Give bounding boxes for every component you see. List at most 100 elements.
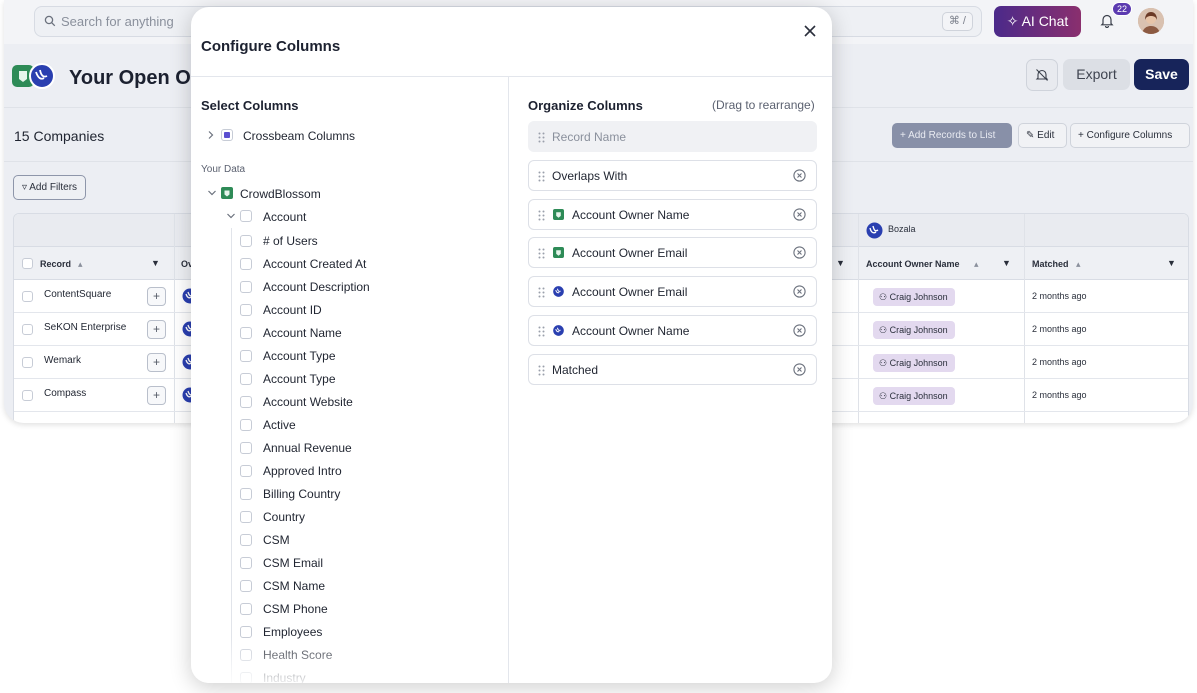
column-header-record[interactable]: Record (40, 259, 71, 269)
remove-column-icon[interactable] (793, 363, 806, 376)
chevron-down-icon[interactable] (207, 189, 217, 197)
field-label: Account Type (263, 349, 336, 363)
field-checkbox[interactable] (240, 373, 252, 385)
mute-button[interactable] (1026, 59, 1058, 91)
drag-handle-icon[interactable] (538, 132, 545, 143)
close-button[interactable] (800, 21, 820, 41)
add-row-button[interactable]: + (147, 287, 166, 306)
crowdblossom-logo-icon (553, 247, 564, 259)
save-button[interactable]: Save (1134, 59, 1189, 90)
drag-handle-icon[interactable] (538, 287, 545, 298)
organized-column-item[interactable]: Record Name (528, 121, 817, 152)
configure-columns-button[interactable]: + Configure Columns (1070, 123, 1190, 148)
export-button[interactable]: Export (1063, 59, 1130, 90)
field-checkbox[interactable] (240, 304, 252, 316)
account-checkbox[interactable] (240, 210, 252, 222)
add-filters-button[interactable]: ▿ Add Filters (13, 175, 87, 200)
owner-badge: ⚇ Craig Johnson (873, 321, 955, 339)
select-all-checkbox[interactable] (22, 258, 33, 269)
close-icon (800, 21, 820, 41)
drag-handle-icon[interactable] (538, 171, 545, 182)
organized-column-item[interactable]: Matched (528, 353, 817, 385)
field-checkbox[interactable] (240, 281, 252, 293)
drag-handle-icon[interactable] (538, 326, 545, 337)
drag-handle-icon[interactable] (538, 210, 545, 221)
field-label: Country (263, 510, 306, 524)
select-columns-title: Select Columns (201, 98, 299, 113)
filter-icon[interactable]: ▼ (1167, 258, 1176, 268)
field-label: Industry (263, 671, 306, 683)
add-row-button[interactable]: + (147, 386, 166, 405)
remove-column-icon[interactable] (793, 285, 806, 298)
search-icon (44, 15, 56, 27)
field-checkbox[interactable] (240, 235, 252, 247)
field-label: Account Created At (263, 257, 367, 271)
field-checkbox[interactable] (240, 488, 252, 500)
organized-column-label: Account Owner Email (572, 246, 688, 261)
remove-column-icon[interactable] (793, 324, 806, 337)
field-label: Active (263, 418, 296, 432)
drag-handle-icon[interactable] (538, 365, 545, 376)
field-checkbox[interactable] (240, 511, 252, 523)
remove-column-icon[interactable] (793, 246, 806, 260)
owner-name: Craig Johnson (889, 325, 948, 335)
record-name[interactable]: ContentSquare (44, 289, 111, 300)
bell-off-icon (1027, 68, 1057, 82)
sort-icon[interactable]: ▴ (974, 259, 979, 270)
field-checkbox[interactable] (240, 258, 252, 270)
field-checkbox[interactable] (240, 396, 252, 408)
organized-column-item[interactable]: Account Owner Email (528, 237, 817, 269)
organized-column-item[interactable]: Account Owner Name (528, 315, 817, 346)
column-header-account-owner-name[interactable]: Account Owner Name (866, 259, 960, 269)
ai-chat-button[interactable]: ✧ AI Chat (994, 6, 1081, 37)
field-checkbox[interactable] (240, 350, 252, 362)
field-checkbox[interactable] (240, 603, 252, 615)
sort-icon[interactable]: ▴ (1076, 259, 1081, 270)
record-name[interactable]: SeKON Enterprise (44, 322, 126, 333)
record-name[interactable]: Wemark (44, 355, 81, 366)
field-checkbox[interactable] (240, 534, 252, 546)
filter-icon[interactable]: ▼ (151, 258, 160, 268)
row-checkbox[interactable] (22, 291, 33, 302)
add-row-button[interactable]: + (147, 353, 166, 372)
drag-hint: (Drag to rearrange) (712, 98, 815, 112)
field-checkbox[interactable] (240, 580, 252, 592)
remove-column-icon[interactable] (793, 207, 806, 221)
row-checkbox[interactable] (22, 390, 33, 401)
row-checkbox[interactable] (22, 357, 33, 368)
remove-column-icon[interactable] (793, 169, 806, 182)
bell-icon[interactable] (1100, 13, 1114, 28)
user-icon: ⚇ (879, 358, 890, 368)
field-checkbox[interactable] (240, 465, 252, 477)
crowdblossom-logo-icon (221, 187, 233, 199)
column-header-matched[interactable]: Matched (1032, 259, 1069, 269)
field-checkbox[interactable] (240, 672, 252, 683)
field-checkbox[interactable] (240, 442, 252, 454)
chevron-right-icon[interactable] (207, 130, 215, 140)
edit-button[interactable]: ✎ Edit (1018, 123, 1067, 148)
add-row-button[interactable]: + (147, 320, 166, 339)
field-checkbox[interactable] (240, 419, 252, 431)
field-label: Approved Intro (263, 464, 342, 478)
organized-column-item[interactable]: Account Owner Email (528, 276, 817, 308)
drag-handle-icon[interactable] (538, 248, 545, 259)
organized-column-item[interactable]: Account Owner Name (528, 198, 817, 230)
chevron-down-icon[interactable] (226, 212, 236, 220)
filter-icon[interactable]: ▼ (1002, 258, 1011, 268)
owner-badge: ⚇ Craig Johnson (873, 354, 955, 372)
company-logos (12, 63, 58, 89)
avatar[interactable] (1138, 8, 1164, 34)
field-checkbox[interactable] (240, 649, 252, 661)
sort-icon[interactable]: ▴ (78, 259, 83, 270)
field-checkbox[interactable] (240, 327, 252, 339)
field-checkbox[interactable] (240, 626, 252, 638)
record-name[interactable]: Compass (44, 388, 86, 399)
notification-badge: 22 (1112, 2, 1133, 16)
organized-column-item[interactable]: Overlaps With (528, 159, 817, 191)
field-checkbox[interactable] (240, 557, 252, 569)
add-records-button[interactable]: + Add Records to List (892, 123, 1012, 148)
row-checkbox[interactable] (22, 324, 33, 335)
bozala-logo-icon (553, 286, 564, 298)
filter-icon[interactable]: ▼ (836, 258, 845, 268)
crowdblossom-logo-icon (553, 208, 564, 220)
